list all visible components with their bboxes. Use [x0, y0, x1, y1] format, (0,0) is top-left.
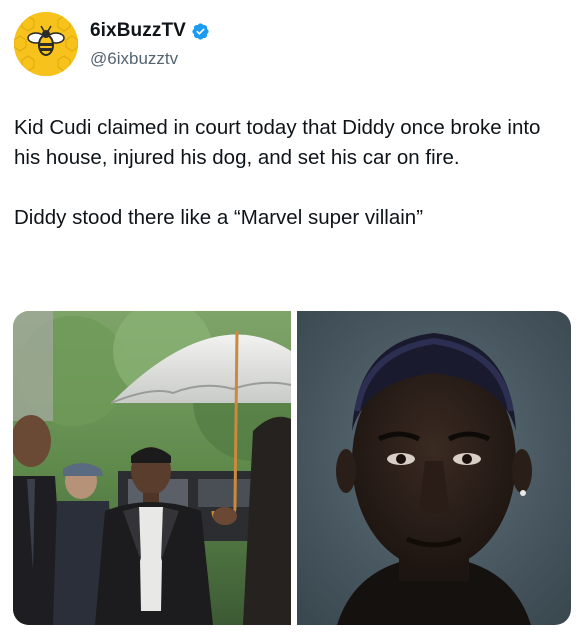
media-grid — [13, 311, 571, 625]
tweet-paragraph: Kid Cudi claimed in court today that Did… — [14, 116, 541, 169]
tweet-text: Kid Cudi claimed in court today that Did… — [14, 113, 569, 233]
author-name-row[interactable]: 6ixBuzzTV — [90, 20, 210, 42]
tweet-header: 6ixBuzzTV @6ixbuzztv — [14, 12, 574, 80]
author-display-name[interactable]: 6ixBuzzTV — [90, 20, 186, 42]
bee-logo-icon — [14, 12, 78, 76]
court-arrival-photo[interactable] — [13, 311, 291, 625]
tweet-paragraph: Diddy stood there like a “Marvel super v… — [14, 206, 424, 229]
verified-badge-icon — [192, 22, 209, 40]
portrait-photo[interactable] — [297, 311, 571, 625]
author-handle[interactable]: @6ixbuzztv — [90, 49, 178, 69]
author-avatar[interactable] — [14, 12, 78, 76]
